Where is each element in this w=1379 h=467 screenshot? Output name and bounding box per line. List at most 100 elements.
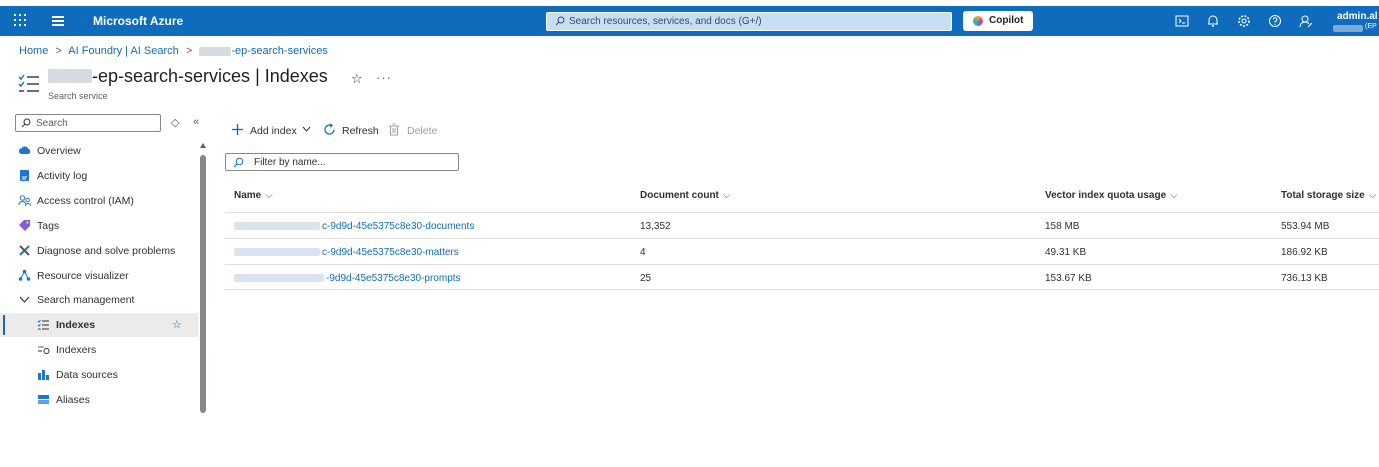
breadcrumb: Home > AI Foundry | AI Search > -ep-sear… <box>19 45 332 57</box>
column-header-document-count[interactable]: Document count ⌵ <box>640 190 730 201</box>
favorite-star-icon[interactable]: ☆ <box>172 318 182 331</box>
global-search-input[interactable]: Search resources, services, and docs (G+… <box>546 12 952 31</box>
table-row[interactable]: c-9d9d-45e5375c8e30-documents 13,352 158… <box>225 212 1379 238</box>
delete-trash-icon <box>389 123 399 136</box>
copilot-button[interactable]: Copilot <box>963 11 1033 31</box>
help-icon[interactable] <box>1268 14 1282 28</box>
hamburger-icon[interactable] <box>52 16 64 26</box>
chevron-down-icon <box>302 126 311 132</box>
vector-usage: 158 MB <box>1045 221 1080 232</box>
page-title-name: -ep-search-services <box>92 66 251 86</box>
index-name: c-9d9d-45e5375c8e30-matters <box>322 247 459 258</box>
document-count: 4 <box>640 247 646 258</box>
column-header-label: Document count <box>640 190 719 201</box>
search-service-icon <box>18 74 39 92</box>
document-count: 13,352 <box>640 221 671 232</box>
search-icon <box>21 118 31 128</box>
search-icon <box>555 16 565 26</box>
search-icon <box>233 157 244 168</box>
column-header-vector-usage[interactable]: Vector index quota usage ⌵ <box>1045 190 1178 201</box>
sidebar-item-activity-log[interactable]: Activity log <box>0 164 198 188</box>
breadcrumb-service[interactable]: -ep-search-services <box>231 45 328 57</box>
sidebar-item-label: Aliases <box>56 394 90 406</box>
column-header-label: Vector index quota usage <box>1045 190 1167 201</box>
visualizer-icon <box>18 269 31 281</box>
refresh-icon <box>324 123 335 135</box>
sidebar-item-label: Overview <box>37 145 81 157</box>
filter-by-name-input[interactable]: Filter by name... <box>225 153 459 171</box>
index-name: c-9d9d-45e5375c8e30-documents <box>322 221 475 232</box>
breadcrumb-home[interactable]: Home <box>19 45 48 57</box>
cloud-shell-icon[interactable] <box>1175 14 1189 28</box>
settings-icon[interactable] <box>1237 14 1251 28</box>
table-row[interactable]: -9d9d-45e5375c8e30-prompts 25 153.67 KB … <box>225 264 1379 290</box>
storage-size: 186.92 KB <box>1281 247 1328 258</box>
user-tenant: (EP <box>1333 23 1379 33</box>
column-header-storage[interactable]: Total storage size ⌵ <box>1281 190 1376 201</box>
wrench-icon <box>19 245 30 256</box>
sidebar-item-diagnose[interactable]: Diagnose and solve problems <box>0 239 198 263</box>
waffle-icon[interactable] <box>14 14 28 28</box>
sort-chevron-icon: ⌵ <box>722 190 731 201</box>
favorite-star-icon[interactable]: ☆ <box>351 71 363 87</box>
redacted-text <box>234 248 320 257</box>
delete-label: Delete <box>407 125 438 137</box>
global-search-placeholder: Search resources, services, and docs (G+… <box>569 16 762 27</box>
breadcrumb-ai-foundry[interactable]: AI Foundry | AI Search <box>68 45 178 57</box>
redacted-tenant <box>1333 25 1363 32</box>
sidebar-item-indexers[interactable]: Indexers <box>0 338 198 362</box>
sidebar-item-tags[interactable]: Tags <box>0 214 198 238</box>
column-header-label: Total storage size <box>1281 190 1365 201</box>
more-options-icon[interactable]: ··· <box>376 70 392 85</box>
plus-icon <box>232 124 243 135</box>
breadcrumb-separator: > <box>55 45 62 57</box>
sidebar-search-input[interactable]: Search <box>15 114 161 132</box>
sort-chevron-icon: ⌵ <box>1170 190 1178 201</box>
sidebar-item-iam[interactable]: Access control (IAM) <box>0 189 198 213</box>
breadcrumb-separator: > <box>185 45 193 57</box>
notifications-icon[interactable] <box>1206 14 1220 28</box>
sidebar-item-overview[interactable]: Overview <box>0 139 198 163</box>
sidebar-item-data-sources[interactable]: Data sources <box>0 363 198 387</box>
iam-people-icon <box>18 195 31 207</box>
sidebar-item-aliases[interactable]: Aliases <box>0 388 198 412</box>
table-row[interactable]: c-9d9d-45e5375c8e30-matters 4 49.31 KB 1… <box>225 238 1379 264</box>
sidebar-item-label: Data sources <box>56 369 118 381</box>
sidebar-item-label: Access control (IAM) <box>37 195 134 207</box>
collapse-sidebar-icon[interactable]: « <box>193 116 199 128</box>
storage-size: 736.13 KB <box>1281 273 1328 284</box>
sidebar-item-indexes[interactable]: Indexes ☆ <box>0 313 198 337</box>
index-name-link[interactable]: c-9d9d-45e5375c8e30-documents <box>234 221 474 232</box>
sort-expand-icon[interactable]: ◇ <box>171 116 179 129</box>
column-header-name[interactable]: Name ⌵ <box>234 190 273 201</box>
activity-log-icon <box>20 170 29 181</box>
index-name-link[interactable]: -9d9d-45e5375c8e30-prompts <box>234 273 461 284</box>
alias-icon <box>38 395 49 404</box>
indexer-icon <box>38 346 50 354</box>
sidebar-item-label: Activity log <box>37 170 88 182</box>
page-subtitle: Search service <box>48 91 108 101</box>
sidebar-item-label: Search management <box>37 294 135 306</box>
brand-title[interactable]: Microsoft Azure <box>93 14 183 28</box>
sort-chevron-icon: ⌵ <box>265 190 273 201</box>
feedback-icon[interactable] <box>1299 14 1313 28</box>
index-name-link[interactable]: c-9d9d-45e5375c8e30-matters <box>234 247 459 258</box>
copilot-icon <box>973 16 983 26</box>
page-title-section: | Indexes <box>255 66 328 86</box>
overview-cloud-icon <box>18 146 31 154</box>
user-name[interactable]: admin.al <box>1337 11 1378 22</box>
sidebar-scrollbar[interactable] <box>199 143 207 413</box>
scrollbar-thumb[interactable] <box>200 155 206 413</box>
sidebar-group-search-management[interactable]: Search management <box>0 288 198 312</box>
page-title: -ep-search-services | Indexes <box>48 66 328 87</box>
sidebar-item-label: Indexers <box>56 344 97 356</box>
redacted-text <box>234 222 320 231</box>
sort-chevron-icon: ⌵ <box>1368 190 1377 201</box>
tag-icon <box>19 220 30 231</box>
sidebar-item-label: Indexes <box>56 319 96 331</box>
index-list-icon <box>37 319 49 330</box>
scroll-up-arrow-icon[interactable] <box>200 143 206 148</box>
tenant-label: (EP <box>1365 23 1377 30</box>
sidebar-item-resource-visualizer[interactable]: Resource visualizer <box>0 264 198 288</box>
redacted-text <box>234 274 324 283</box>
